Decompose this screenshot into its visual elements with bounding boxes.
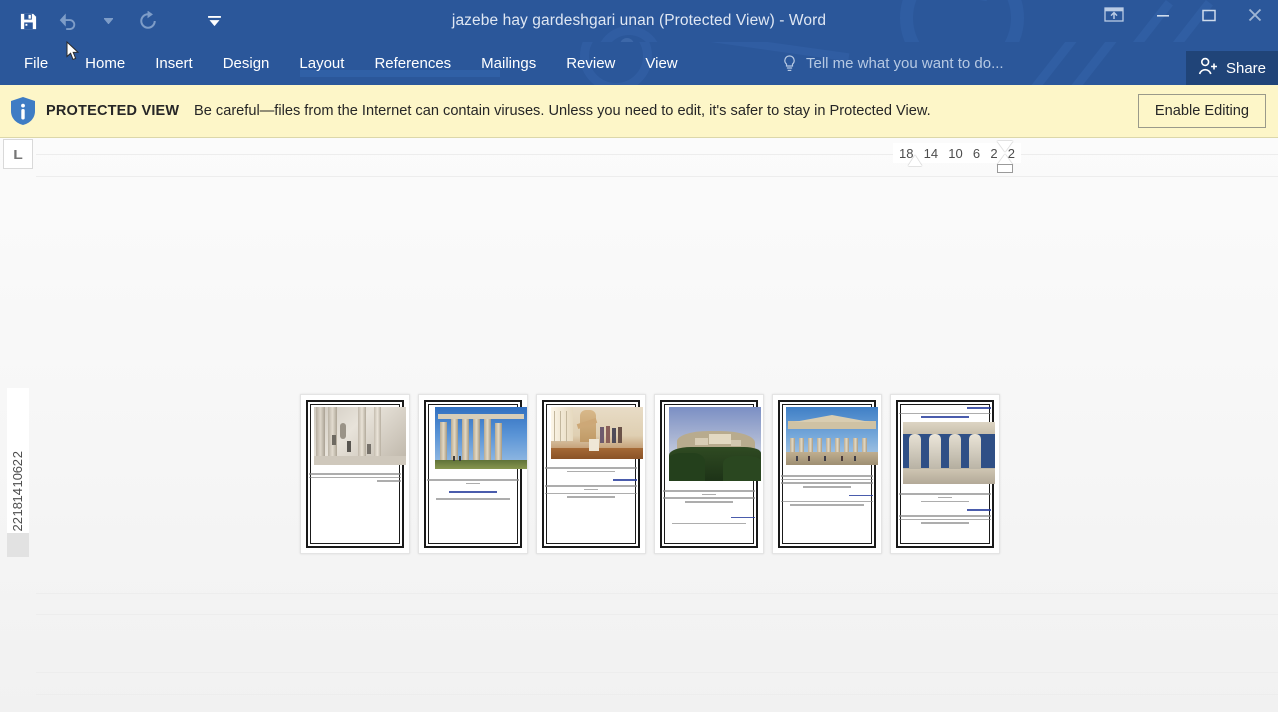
lightbulb-icon: [782, 54, 797, 73]
vruler-tick: 22: [10, 516, 25, 531]
tab-review-label: Review: [566, 55, 616, 72]
minimize-icon[interactable]: [1140, 0, 1186, 30]
document-canvas[interactable]: [0, 138, 1278, 712]
page-thumbnail[interactable]: [418, 394, 528, 554]
protected-view-title: PROTECTED VIEW: [46, 103, 180, 119]
decorative-ring: [596, 26, 662, 42]
shield-info-icon: [0, 96, 46, 126]
parthenon-photo: [786, 407, 878, 465]
tab-insert[interactable]: Insert: [140, 42, 208, 85]
hruler-tick: 14: [923, 145, 939, 161]
title-bar: jazebe hay gardeshgari unan (Protected V…: [0, 0, 1278, 42]
restore-icon[interactable]: [1186, 0, 1232, 30]
vruler-tick: 18: [10, 502, 25, 517]
tab-layout-label: Layout: [299, 55, 345, 72]
mouse-cursor: [66, 40, 80, 66]
quick-access-toolbar: [0, 0, 234, 42]
page-thumbnail[interactable]: [654, 394, 764, 554]
temple-of-olympian-zeus-photo: [435, 407, 527, 469]
tab-home[interactable]: Home: [70, 42, 140, 85]
vruler-tick: 2: [10, 451, 25, 459]
tab-stop-selector[interactable]: L: [3, 139, 33, 169]
tab-mailings[interactable]: Mailings: [466, 42, 551, 85]
tab-design[interactable]: Design: [208, 42, 285, 85]
word-window: jazebe hay gardeshgari unan (Protected V…: [0, 0, 1278, 712]
undo-icon[interactable]: [48, 0, 88, 42]
museum-statue-interior-photo: [551, 407, 643, 459]
vertical-ruler[interactable]: 2 2 6 10 14 18 22: [7, 388, 29, 533]
tab-references[interactable]: References: [359, 42, 466, 85]
close-icon[interactable]: [1232, 0, 1278, 30]
share-person-icon: [1198, 57, 1218, 79]
tab-file-label: File: [24, 55, 49, 72]
page-thumbnail[interactable]: [300, 394, 410, 554]
vruler-tick: 14: [10, 487, 25, 503]
share-label: Share: [1225, 59, 1266, 77]
enable-editing-button[interactable]: Enable Editing: [1137, 94, 1266, 128]
hruler-tick: 6: [972, 145, 981, 161]
right-indent-marker[interactable]: [997, 141, 1013, 152]
protected-view-bar: PROTECTED VIEW Be careful—files from the…: [0, 85, 1278, 138]
vruler-tick: 10: [10, 473, 25, 488]
erechtheion-caryatids-photo: [903, 422, 995, 485]
tab-references-label: References: [374, 55, 452, 72]
tab-mailings-label: Mailings: [481, 55, 537, 72]
share-button[interactable]: Share: [1185, 51, 1278, 85]
undo-dropdown-icon[interactable]: [88, 0, 128, 42]
protected-view-message: Be careful—files from the Internet can c…: [194, 103, 931, 119]
tab-home-label: Home: [85, 55, 126, 72]
acropolis-hill-photo: [669, 407, 761, 481]
ribbon-tab-bar: File Home Insert Design Layout Reference…: [0, 42, 1278, 85]
page-thumbnail[interactable]: [772, 394, 882, 554]
redo-icon[interactable]: [128, 0, 168, 42]
greek-temple-steps-photo: [314, 407, 406, 465]
decorative-slash-four: [1050, 42, 1131, 85]
tab-design-label: Design: [222, 55, 270, 72]
page-thumbnail[interactable]: [890, 394, 1000, 554]
first-line-indent-marker[interactable]: [908, 155, 922, 166]
customize-qat-icon[interactable]: [194, 0, 234, 42]
hruler-tick: 10: [948, 145, 963, 161]
tab-file[interactable]: File: [0, 42, 70, 85]
ribbon-tabs: File Home Insert Design Layout Reference…: [0, 42, 693, 85]
tab-insert-label: Insert: [155, 55, 193, 72]
tell-me-search[interactable]: Tell me what you want to do...: [782, 42, 1004, 85]
decorative-slash-three: [1010, 42, 1091, 85]
window-controls: [1088, 0, 1278, 40]
tab-layout[interactable]: Layout: [284, 42, 359, 85]
decorative-circle: [900, 0, 1024, 42]
decorative-arrow-head: [969, 0, 992, 2]
ribbon-display-options-icon[interactable]: [1088, 0, 1140, 30]
vruler-tick: 2: [10, 458, 25, 466]
tab-review[interactable]: Review: [551, 42, 630, 85]
save-icon[interactable]: [8, 0, 48, 42]
page-thumbnail[interactable]: [536, 394, 646, 554]
left-indent-marker[interactable]: [997, 164, 1013, 173]
tab-view-label: View: [645, 55, 678, 72]
vertical-ruler-margin-bottom: [7, 533, 29, 557]
tab-view[interactable]: View: [630, 42, 692, 85]
tab-stop-glyph: L: [13, 146, 23, 162]
page-thumbnail-strip: [300, 394, 1000, 554]
tell-me-placeholder: Tell me what you want to do...: [806, 55, 1004, 72]
